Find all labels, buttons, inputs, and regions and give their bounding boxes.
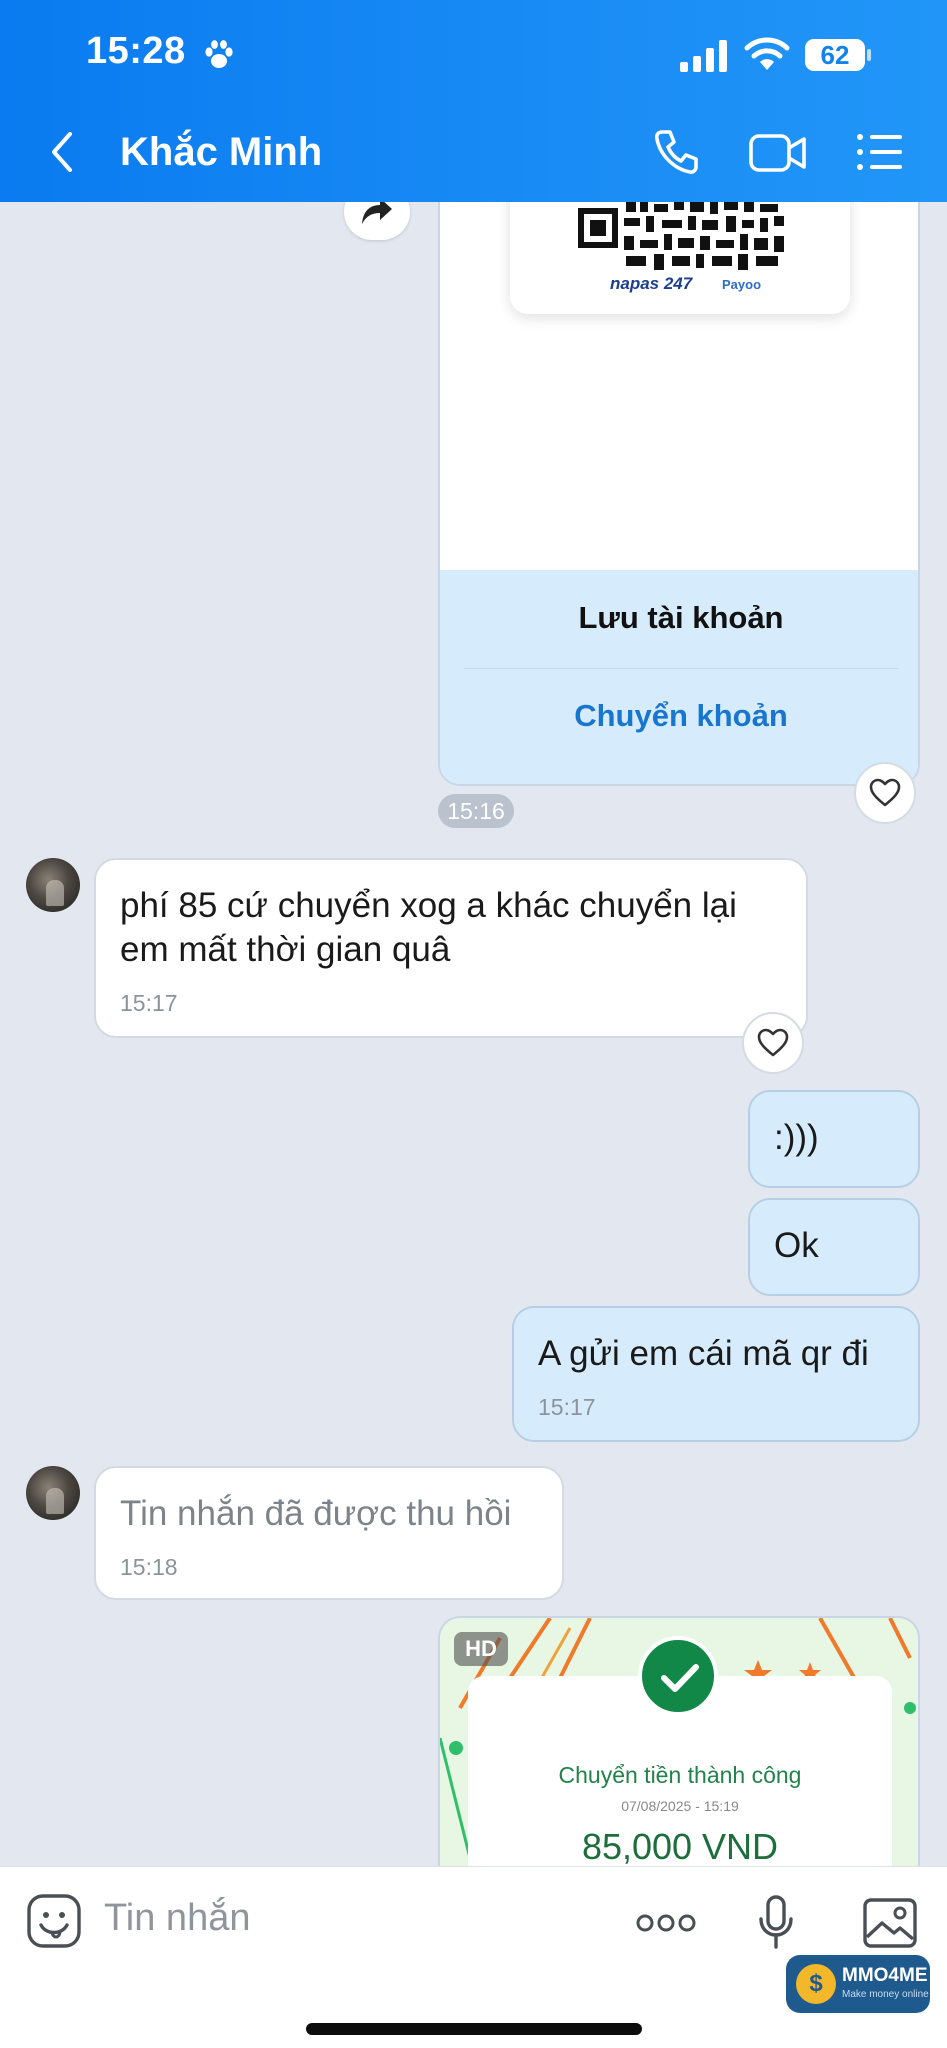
home-indicator[interactable] bbox=[306, 2023, 642, 2035]
message-text: Ok bbox=[774, 1226, 819, 1265]
bank-account-card[interactable]: napas 247 Payoo Lưu tài khoản Chuyển kho… bbox=[438, 202, 920, 786]
avatar[interactable] bbox=[26, 858, 80, 912]
message-text: Tin nhắn đã được thu hồi bbox=[120, 1494, 512, 1533]
message-text: A gửi em cái mã qr đi bbox=[538, 1334, 869, 1373]
status-time: 15:28 bbox=[86, 30, 186, 72]
message-time-chip: 15:16 bbox=[438, 794, 514, 828]
battery-level: 62 bbox=[820, 40, 850, 70]
recalled-message-bubble[interactable]: Tin nhắn đã được thu hồi 15:18 bbox=[94, 1466, 564, 1600]
paw-icon bbox=[205, 40, 233, 68]
phone-icon[interactable] bbox=[650, 126, 702, 178]
receipt-date: 07/08/2025 - 15:19 bbox=[621, 1798, 739, 1814]
success-check-icon bbox=[638, 1636, 718, 1716]
contact-name[interactable]: Khắc Minh bbox=[120, 130, 322, 175]
video-call-icon[interactable] bbox=[748, 130, 808, 176]
qr-code-image bbox=[578, 202, 784, 270]
forward-button[interactable] bbox=[344, 202, 410, 240]
payoo-logo: Payoo bbox=[722, 277, 762, 292]
menu-icon[interactable] bbox=[856, 132, 904, 172]
chat-header: 15:28 62 Khắc Minh bbox=[0, 0, 947, 202]
message-bubble[interactable]: :))) bbox=[748, 1090, 920, 1188]
message-input[interactable]: Tin nhắn bbox=[104, 1897, 250, 1940]
emoji-sticker-icon[interactable] bbox=[26, 1893, 82, 1949]
message-bubble[interactable]: phí 85 cứ chuyển xog a khác chuyển lại e… bbox=[94, 858, 808, 1038]
qr-code-card: napas 247 Payoo bbox=[510, 202, 850, 314]
message-text-line: em mất thời gian quâ bbox=[120, 930, 451, 969]
message-bubble[interactable]: Ok bbox=[748, 1198, 920, 1296]
message-time: 15:18 bbox=[120, 1554, 178, 1580]
hd-badge: HD bbox=[454, 1632, 508, 1666]
heart-icon bbox=[757, 1028, 789, 1057]
avatar[interactable] bbox=[26, 1466, 80, 1520]
forward-icon bbox=[362, 202, 392, 224]
watermark-tagline: Make money online bbox=[842, 1989, 929, 2000]
react-heart-button[interactable] bbox=[854, 762, 916, 824]
message-time: 15:17 bbox=[120, 990, 178, 1016]
battery-indicator: 62 bbox=[805, 39, 871, 71]
mmo4me-watermark: $ MMO4ME Make money online bbox=[786, 1955, 930, 2013]
watermark-name: MMO4ME bbox=[842, 1965, 928, 1986]
react-heart-button[interactable] bbox=[742, 1012, 804, 1074]
image-gallery-icon[interactable] bbox=[862, 1897, 918, 1949]
heart-icon bbox=[869, 778, 901, 807]
signal-icon bbox=[680, 40, 727, 72]
napas-logo: napas 247 bbox=[610, 274, 693, 293]
wifi-icon bbox=[744, 37, 790, 70]
transfer-button[interactable]: Chuyển khoản bbox=[440, 698, 918, 734]
more-options-icon[interactable] bbox=[636, 1913, 696, 1933]
message-bubble[interactable]: A gửi em cái mã qr đi 15:17 bbox=[512, 1306, 920, 1442]
message-time: 15:17 bbox=[538, 1394, 596, 1420]
receipt-title: Chuyển tiền thành công bbox=[558, 1762, 802, 1788]
message-text-line: phí 85 cứ chuyển xog a khác chuyển lại bbox=[120, 886, 737, 925]
message-composer: Tin nhắn $ MMO4ME Make money online bbox=[0, 1866, 947, 2048]
dollar-coin-icon: $ bbox=[796, 1964, 836, 2004]
save-account-button[interactable]: Lưu tài khoản bbox=[440, 600, 918, 636]
receipt-amount: 85,000 VND bbox=[581, 1826, 779, 1866]
transfer-receipt-image[interactable]: HD Chuyển tiền thành công 07/08/2025 - 1… bbox=[438, 1616, 920, 1866]
microphone-icon[interactable] bbox=[758, 1895, 794, 1951]
card-actions: Lưu tài khoản Chuyển khoản bbox=[440, 570, 918, 784]
message-text: :))) bbox=[774, 1118, 819, 1157]
message-list[interactable]: napas 247 Payoo Lưu tài khoản Chuyển kho… bbox=[0, 202, 947, 1866]
divider bbox=[464, 668, 898, 669]
back-icon[interactable] bbox=[44, 128, 80, 176]
